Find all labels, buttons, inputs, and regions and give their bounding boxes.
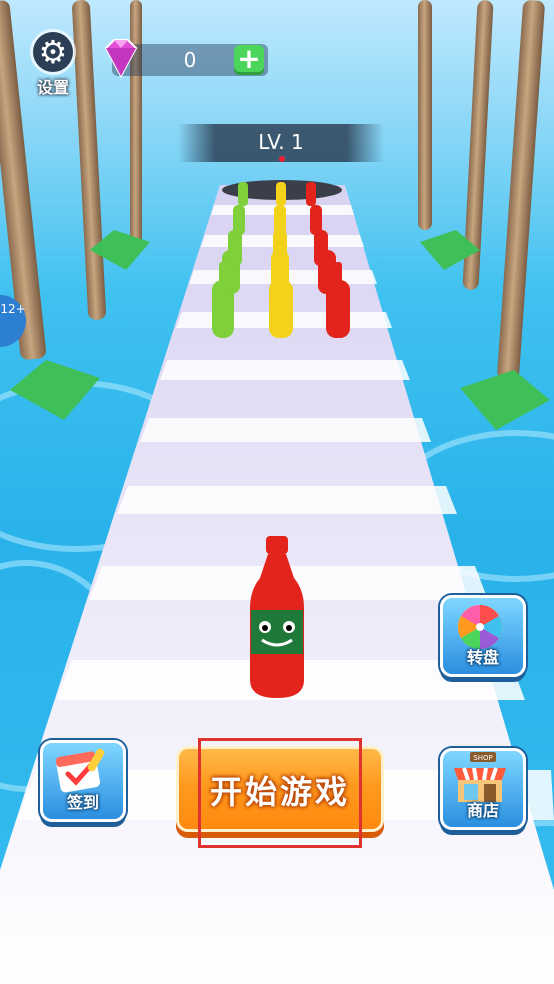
wheel-label: 转盘: [466, 648, 499, 667]
gear-icon: ⚙: [33, 32, 73, 72]
diamond-icon: [104, 39, 138, 79]
level-marker: [279, 156, 285, 162]
highlight-box: [198, 738, 362, 848]
add-gems-button[interactable]: +: [234, 45, 264, 75]
checkin-label: 签到: [66, 793, 99, 812]
gem-count: 0: [183, 48, 197, 72]
settings-button[interactable]: ⚙ 设置: [18, 28, 88, 102]
wheel-button[interactable]: 转盘: [440, 595, 526, 677]
level-label: LV. 1: [258, 130, 304, 154]
game-scene: 12+ ⚙ 设置 0 + LV. 1 转盘 签到 SHOP 商店 开始游戏: [0, 0, 554, 984]
shop-sign-text: SHOP: [473, 754, 492, 762]
shop-label: 商店: [466, 801, 499, 820]
settings-label: 设置: [36, 78, 69, 97]
palm-tree-trunk: [418, 0, 432, 230]
shop-button[interactable]: SHOP 商店: [440, 748, 526, 830]
checkin-button[interactable]: 签到: [40, 740, 126, 822]
